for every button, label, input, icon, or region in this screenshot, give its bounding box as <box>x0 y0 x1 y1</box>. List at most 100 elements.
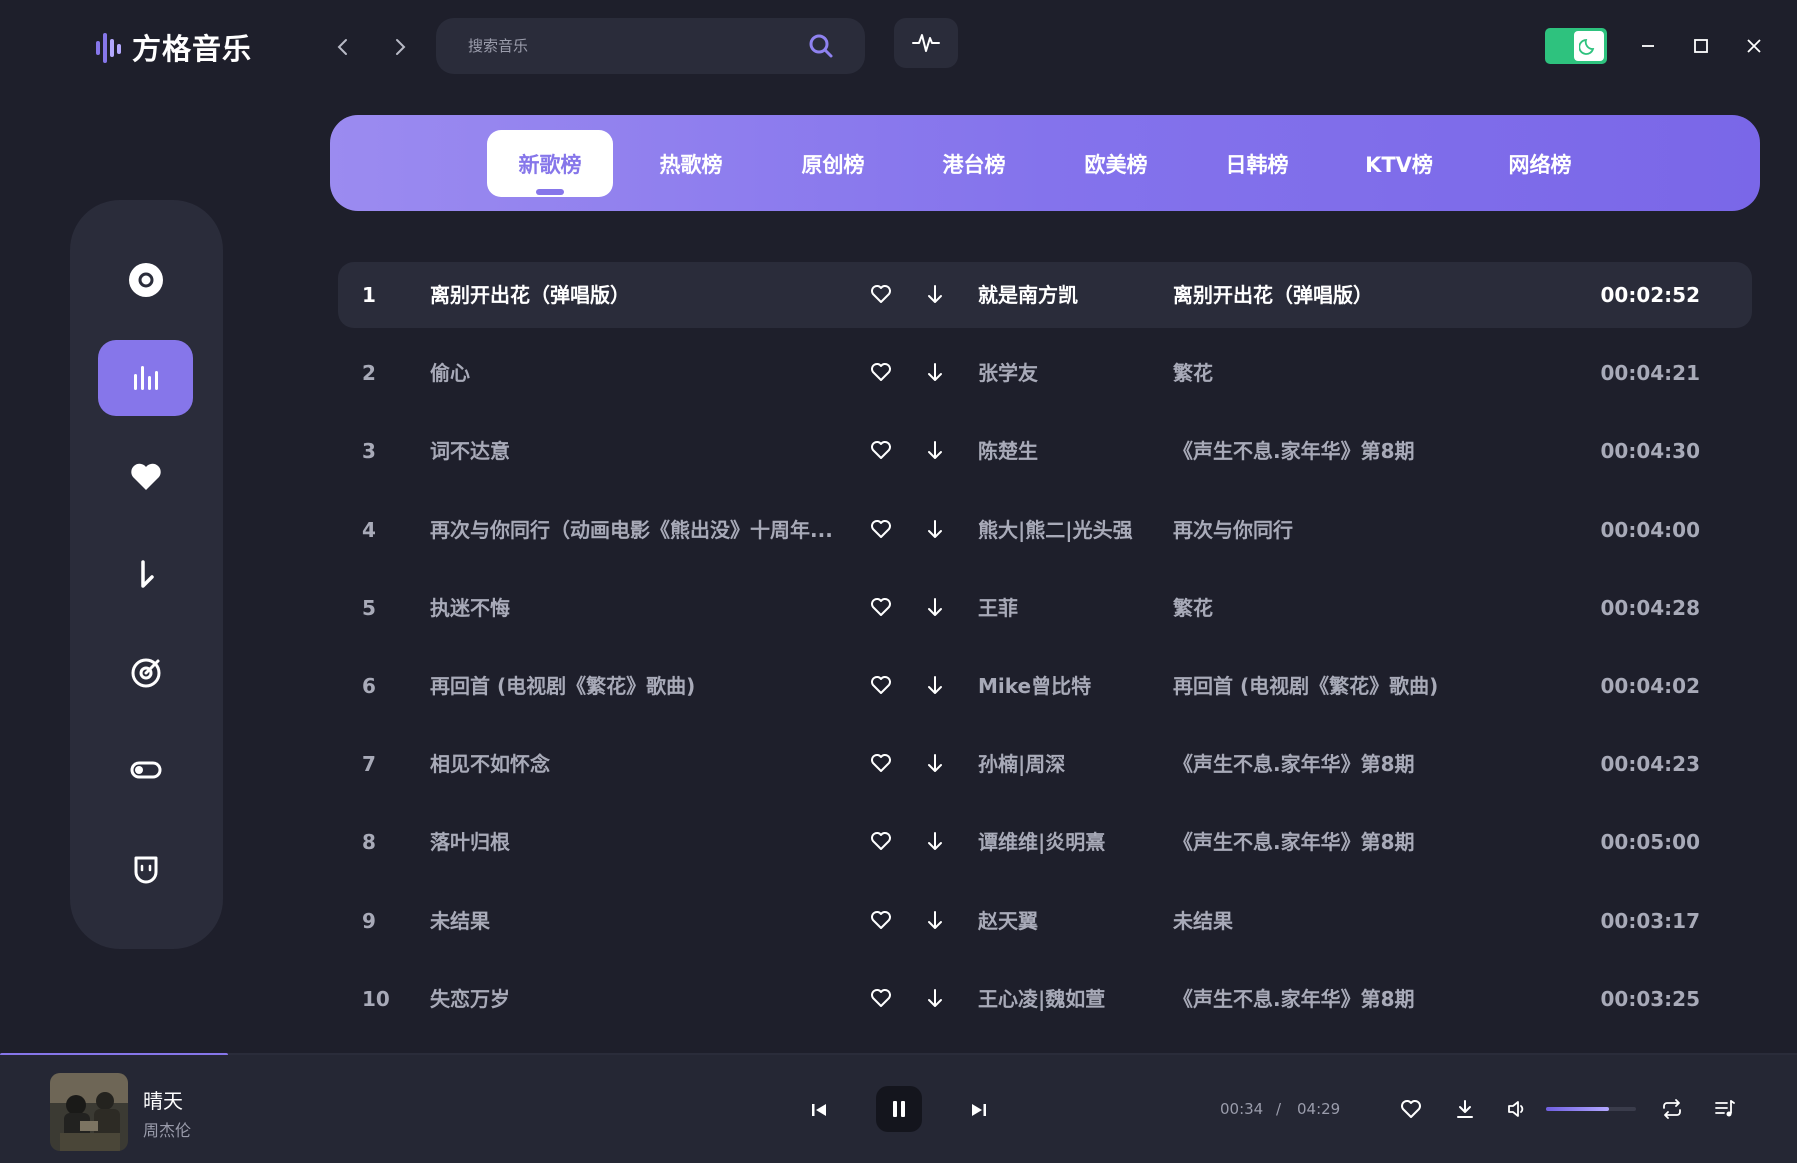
heart-outline-icon[interactable] <box>869 673 893 697</box>
song-title[interactable]: 词不达意 <box>430 418 835 484</box>
tab-new-songs[interactable]: 新歌榜 <box>487 130 613 197</box>
song-title[interactable]: 失恋万岁 <box>430 966 835 1032</box>
arrow-down-icon[interactable] <box>923 595 947 619</box>
tab-hk-tw[interactable]: 港台榜 <box>911 130 1037 197</box>
arrow-down-icon[interactable] <box>923 282 947 306</box>
song-duration: 00:04:30 <box>1600 439 1701 464</box>
tab-ktv[interactable]: KTV榜 <box>1336 130 1462 197</box>
song-artist[interactable]: Mike曾比特 <box>978 653 1163 719</box>
listen-recognize-button[interactable] <box>894 18 958 68</box>
table-row[interactable]: 6 再回首 (电视剧《繁花》歌曲) Mike曾比特 再回首 (电视剧《繁花》歌曲) 00… <box>338 653 1752 719</box>
volume-button[interactable] <box>1503 1094 1533 1124</box>
song-artist[interactable]: 就是南方凯 <box>978 262 1163 328</box>
table-row[interactable]: 9 未结果 赵天翼 未结果 00:03:17 <box>338 888 1752 954</box>
tab-internet[interactable]: 网络榜 <box>1477 130 1603 197</box>
tab-jp-kr[interactable]: 日韩榜 <box>1194 130 1320 197</box>
playlist-button[interactable] <box>1710 1094 1740 1124</box>
maximize-button[interactable] <box>1683 28 1719 64</box>
loop-mode-button[interactable] <box>1657 1094 1687 1124</box>
table-row[interactable]: 8 落叶归根 谭维维|炎明熹 《声生不息.家年华》第8期 00:05:00 <box>338 809 1752 875</box>
tab-hot-songs[interactable]: 热歌榜 <box>628 130 754 197</box>
song-title[interactable]: 再次与你同行（动画电影《熊出没》十周年... <box>430 497 835 563</box>
theme-toggle-knob <box>1574 31 1604 61</box>
play-pause-button[interactable] <box>876 1086 922 1132</box>
heart-outline-icon[interactable] <box>869 986 893 1010</box>
arrow-down-icon[interactable] <box>923 360 947 384</box>
arrow-down-icon[interactable] <box>923 517 947 541</box>
close-button[interactable] <box>1736 28 1772 64</box>
table-row[interactable]: 5 执迷不悔 王菲 繁花 00:04:28 <box>338 575 1752 641</box>
song-album[interactable]: 《声生不息.家年华》第8期 <box>1173 966 1553 1032</box>
song-album[interactable]: 繁花 <box>1173 340 1553 406</box>
sidebar-item-radar[interactable] <box>98 634 193 710</box>
back-button[interactable] <box>328 30 358 64</box>
song-album[interactable]: 《声生不息.家年华》第8期 <box>1173 418 1553 484</box>
song-album[interactable]: 再次与你同行 <box>1173 497 1553 563</box>
song-artist[interactable]: 陈楚生 <box>978 418 1163 484</box>
song-title[interactable]: 偷心 <box>430 340 835 406</box>
previous-button[interactable] <box>804 1095 834 1125</box>
arrow-down-icon[interactable] <box>923 438 947 462</box>
song-artist[interactable]: 谭维维|炎明熹 <box>978 809 1163 875</box>
download-current-button[interactable] <box>1450 1094 1480 1124</box>
song-album[interactable]: 再回首 (电视剧《繁花》歌曲) <box>1173 653 1553 719</box>
table-row[interactable]: 1 离别开出花（弹唱版） 就是南方凯 离别开出花（弹唱版） 00:02:52 <box>338 262 1752 328</box>
heart-outline-icon[interactable] <box>869 595 893 619</box>
heart-outline-icon[interactable] <box>869 282 893 306</box>
song-title[interactable]: 相见不如怀念 <box>430 731 835 797</box>
table-row[interactable]: 3 词不达意 陈楚生 《声生不息.家年华》第8期 00:04:30 <box>338 418 1752 484</box>
heart-outline-icon[interactable] <box>869 751 893 775</box>
heart-outline-icon[interactable] <box>869 829 893 853</box>
arrow-down-icon[interactable] <box>923 829 947 853</box>
song-album[interactable]: 未结果 <box>1173 888 1553 954</box>
download-icon <box>140 560 154 588</box>
table-row[interactable]: 4 再次与你同行（动画电影《熊出没》十周年... 熊大|熊二|光头强 再次与你同行 00… <box>338 497 1752 563</box>
table-row[interactable]: 7 相见不如怀念 孙楠|周深 《声生不息.家年华》第8期 00:04:23 <box>338 731 1752 797</box>
song-title[interactable]: 离别开出花（弹唱版） <box>430 262 835 328</box>
arrow-down-icon[interactable] <box>923 751 947 775</box>
song-title[interactable]: 未结果 <box>430 888 835 954</box>
like-current-button[interactable] <box>1396 1094 1426 1124</box>
volume-slider[interactable] <box>1546 1107 1636 1111</box>
song-artist[interactable]: 张学友 <box>978 340 1163 406</box>
heart-outline-icon[interactable] <box>869 908 893 932</box>
theme-toggle[interactable] <box>1545 28 1607 64</box>
sidebar-item-favorites[interactable] <box>98 438 193 514</box>
album-cover[interactable] <box>50 1073 128 1151</box>
song-artist[interactable]: 王菲 <box>978 575 1163 641</box>
song-artist[interactable]: 王心凌|魏如萱 <box>978 966 1163 1032</box>
sidebar-item-about[interactable] <box>98 830 193 906</box>
heart-outline-icon[interactable] <box>869 517 893 541</box>
song-album[interactable]: 《声生不息.家年华》第8期 <box>1173 731 1553 797</box>
search-button[interactable] <box>807 32 835 60</box>
sidebar-item-downloads[interactable] <box>98 536 193 612</box>
sidebar-item-settings[interactable] <box>98 732 193 808</box>
sidebar-item-discover[interactable] <box>98 242 193 318</box>
arrow-down-icon[interactable] <box>923 673 947 697</box>
song-title[interactable]: 再回首 (电视剧《繁花》歌曲) <box>430 653 835 719</box>
song-artist[interactable]: 赵天翼 <box>978 888 1163 954</box>
heart-outline-icon[interactable] <box>869 360 893 384</box>
song-title[interactable]: 落叶归根 <box>430 809 835 875</box>
song-artist[interactable]: 熊大|熊二|光头强 <box>978 497 1163 563</box>
table-row[interactable]: 10 失恋万岁 王心凌|魏如萱 《声生不息.家年华》第8期 00:03:25 <box>338 966 1752 1032</box>
minimize-button[interactable] <box>1630 28 1666 64</box>
arrow-down-icon[interactable] <box>923 986 947 1010</box>
tab-original[interactable]: 原创榜 <box>770 130 896 197</box>
song-album[interactable]: 《声生不息.家年华》第8期 <box>1173 809 1553 875</box>
song-title[interactable]: 执迷不悔 <box>430 575 835 641</box>
table-row[interactable]: 2 偷心 张学友 繁花 00:04:21 <box>338 340 1752 406</box>
search-input[interactable] <box>468 37 807 55</box>
song-album[interactable]: 繁花 <box>1173 575 1553 641</box>
now-playing-artist[interactable]: 周杰伦 <box>143 1117 191 1141</box>
next-button[interactable] <box>964 1095 994 1125</box>
arrow-down-icon[interactable] <box>923 908 947 932</box>
song-album[interactable]: 离别开出花（弹唱版） <box>1173 262 1553 328</box>
song-rank: 8 <box>362 830 376 855</box>
forward-button[interactable] <box>385 30 415 64</box>
tab-western[interactable]: 欧美榜 <box>1053 130 1179 197</box>
song-duration: 00:04:21 <box>1600 361 1701 386</box>
heart-outline-icon[interactable] <box>869 438 893 462</box>
song-artist[interactable]: 孙楠|周深 <box>978 731 1163 797</box>
sidebar-item-charts[interactable] <box>98 340 193 416</box>
